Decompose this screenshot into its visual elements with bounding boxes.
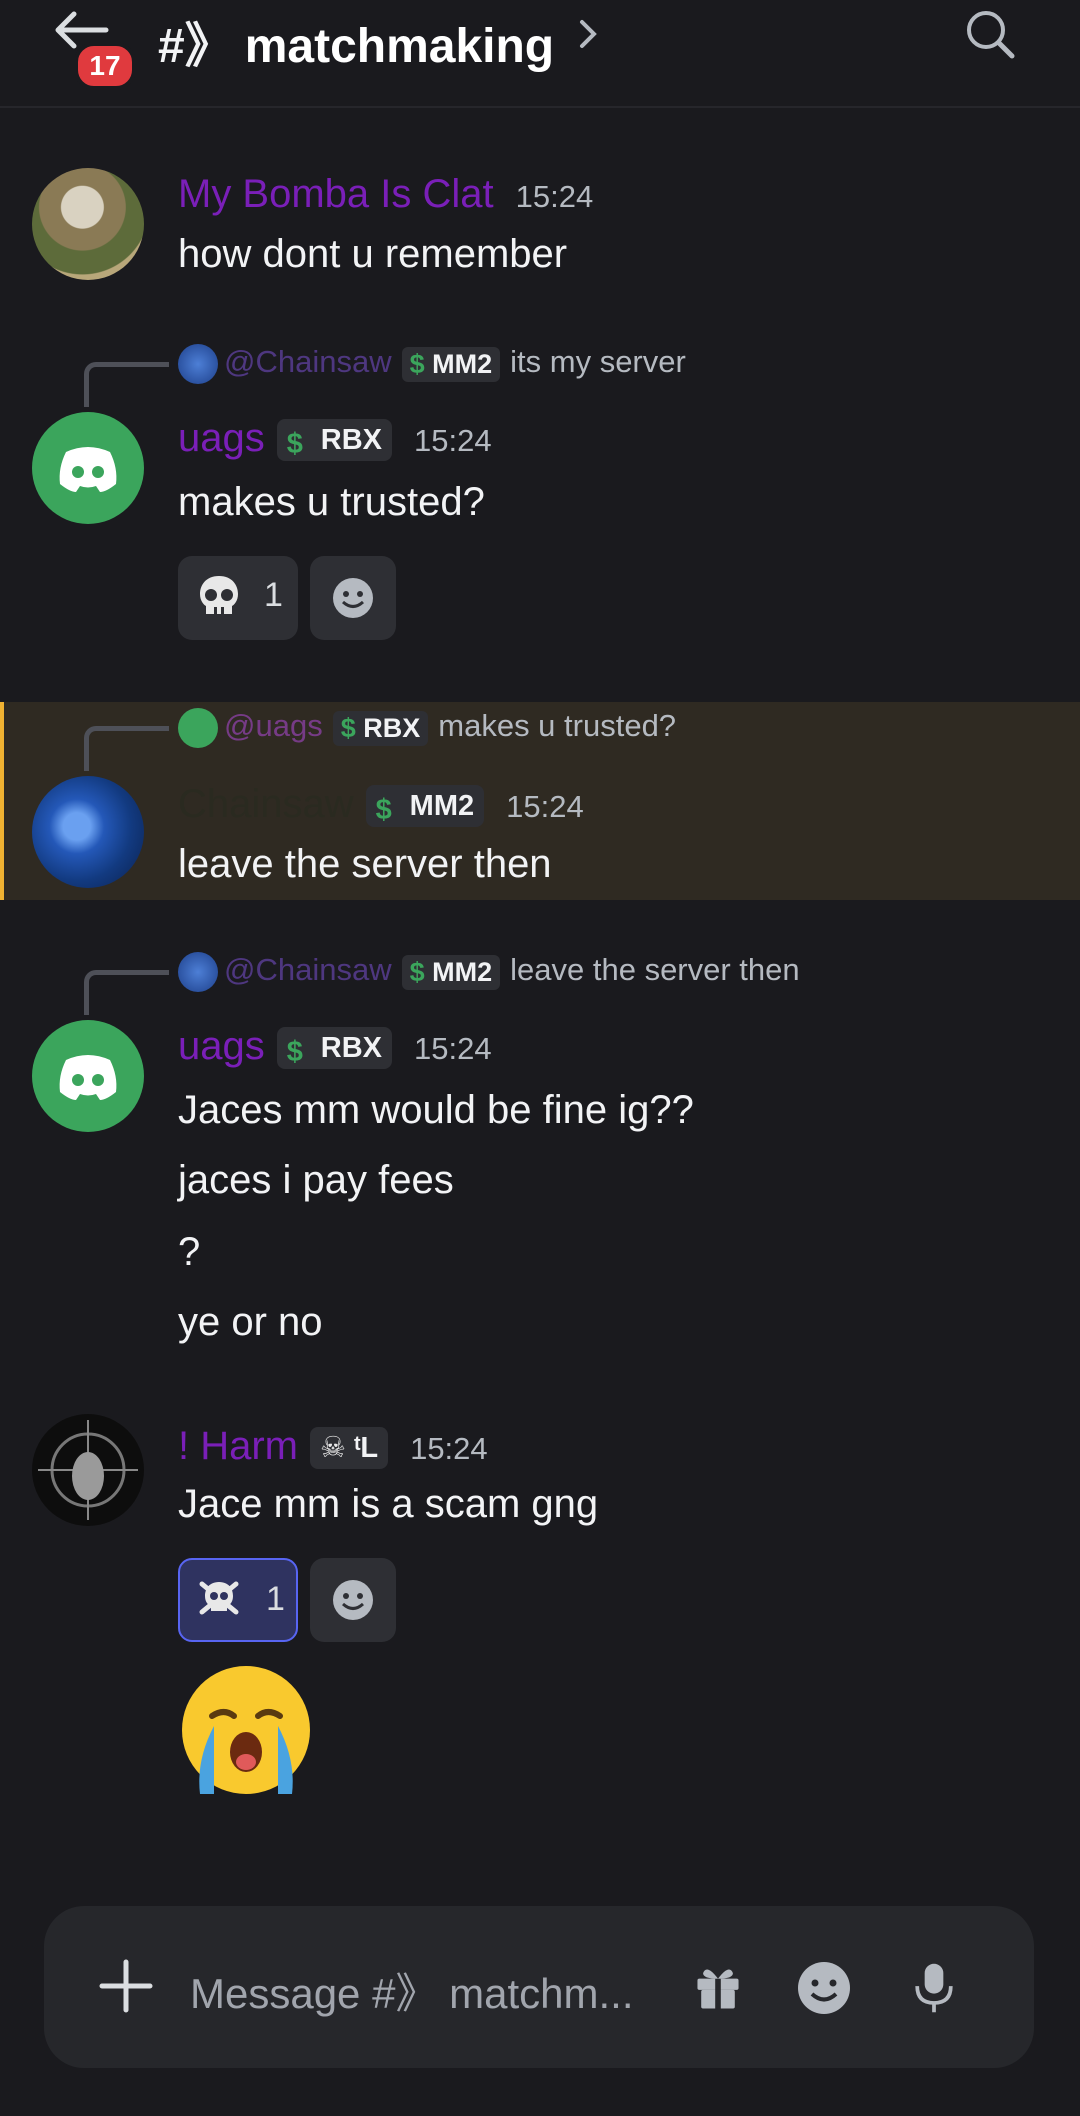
message-text: how dont u remember — [178, 232, 568, 276]
reply-connector — [84, 362, 169, 407]
author-name[interactable]: My Bomba Is Clat 15:24 — [178, 172, 593, 217]
channel-title[interactable]: #》 matchmaking — [158, 6, 554, 76]
dollar-icon: $ — [409, 348, 425, 379]
gift-icon[interactable] — [690, 1960, 746, 2016]
message-text: makes u trusted? — [178, 480, 485, 524]
timestamp: 15:24 — [515, 179, 594, 214]
unread-badge: 17 — [74, 42, 136, 90]
avatar[interactable] — [32, 1414, 144, 1526]
message-text: Jace mm is a scam gng — [178, 1482, 599, 1526]
reply-connector — [84, 970, 169, 1015]
message[interactable]: uags $ RBX 15:24 Jaces mm would be fine ig?… — [0, 1018, 1080, 1358]
emoji-smile-icon — [333, 578, 373, 618]
reply-author: @Chainsaw — [224, 952, 392, 988]
reply-role-tag: $ MM2 — [401, 954, 501, 990]
reply-preview[interactable]: @Chainsaw $ MM2 its my server — [178, 344, 686, 384]
emoji-icon[interactable] — [794, 1958, 854, 2018]
dollar-icon: $ — [375, 794, 392, 827]
emoji-smile-icon — [333, 1580, 373, 1620]
reply-author: @Chainsaw — [224, 344, 392, 380]
reply-text: makes u trusted? — [438, 708, 677, 744]
chevron-right-icon[interactable] — [578, 14, 600, 54]
role-tag: ☠ ᵗL — [310, 1427, 389, 1470]
channel-prefix: #》 — [158, 20, 233, 73]
discord-avatar[interactable] — [32, 412, 144, 524]
microphone-icon[interactable] — [906, 1958, 962, 2018]
timestamp: 15:24 — [506, 789, 584, 824]
reaction-count: 1 — [266, 1580, 285, 1618]
message-text: leave the server then — [178, 842, 552, 886]
channel-header: 17 #》 matchmaking — [0, 0, 1080, 108]
message-composer[interactable]: Message #》 matchm... — [44, 1906, 1034, 2068]
message-text: ye or no — [178, 1300, 323, 1344]
reply-avatar-discord — [178, 708, 218, 748]
author-name[interactable]: ! Harm ☠ ᵗL 15:24 — [178, 1424, 488, 1470]
message-text: ? — [178, 1230, 201, 1274]
discord-logo-icon — [59, 447, 117, 492]
reply-role-tag: $ RBX — [332, 710, 429, 746]
reply-avatar — [178, 952, 218, 992]
message[interactable]: My Bomba Is Clat 15:24 how dont u remembe… — [0, 160, 1080, 290]
dollar-icon: $ — [286, 428, 303, 461]
skull-icon — [200, 576, 238, 614]
crosshair-avatar-icon — [38, 1420, 138, 1520]
reply-text: its my server — [510, 344, 686, 380]
skull-icon: ☠ — [320, 1432, 346, 1465]
search-icon[interactable] — [962, 6, 1018, 62]
message-text: jaces i pay fees — [178, 1158, 454, 1202]
loudly-crying-face-icon — [182, 1666, 310, 1794]
message-text: Jaces mm would be fine ig?? — [178, 1088, 694, 1132]
reply-avatar — [178, 344, 218, 384]
timestamp: 15:24 — [413, 1031, 492, 1066]
timestamp: 15:24 — [410, 1431, 488, 1466]
reply-author: @uags — [224, 708, 323, 744]
channel-name: matchmaking — [244, 20, 555, 73]
add-reaction-button[interactable] — [310, 556, 396, 640]
reply-preview[interactable]: @uags $ RBX makes u trusted? — [178, 708, 676, 748]
reaction-count: 1 — [264, 576, 283, 614]
reply-role-tag: $ MM2 — [401, 346, 501, 382]
avatar[interactable] — [32, 168, 144, 280]
dollar-icon: $ — [409, 956, 425, 987]
dollar-icon: $ — [340, 712, 356, 743]
reply-text: leave the server then — [510, 952, 800, 988]
message[interactable]: Chainsaw $ MM2 15:24 leave the server then — [0, 770, 1080, 900]
reaction-skull[interactable]: 1 — [178, 556, 298, 640]
discord-avatar[interactable] — [32, 1020, 144, 1132]
reply-preview[interactable]: @Chainsaw $ MM2 leave the server then — [178, 952, 800, 992]
discord-logo-icon — [59, 1055, 117, 1100]
plus-icon[interactable] — [96, 1956, 156, 2016]
message[interactable]: ! Harm ☠ ᵗL 15:24 Jace mm is a scam gng 1 — [0, 1410, 1080, 1810]
author-name[interactable]: uags $ RBX 15:24 — [178, 1024, 492, 1070]
role-tag: $ MM2 — [365, 785, 485, 828]
dollar-icon: $ — [286, 1036, 303, 1069]
role-tag: $ RBX — [276, 419, 392, 462]
role-tag: $ RBX — [276, 1027, 392, 1070]
author-name[interactable]: uags $ RBX 15:24 — [178, 416, 492, 462]
message[interactable]: uags $ RBX 15:24 makes u trusted? 1 — [0, 410, 1080, 650]
reply-connector — [84, 726, 169, 771]
timestamp: 15:24 — [413, 423, 492, 458]
add-reaction-button[interactable] — [310, 1558, 396, 1642]
reaction-skull-crossbones[interactable]: 1 — [178, 1558, 298, 1642]
avatar[interactable] — [32, 776, 144, 888]
message-input[interactable]: Message #》 matchm... — [190, 1960, 633, 2021]
author-name[interactable]: Chainsaw $ MM2 15:24 — [178, 782, 584, 828]
skull-and-crossbones-icon — [199, 1581, 239, 1615]
